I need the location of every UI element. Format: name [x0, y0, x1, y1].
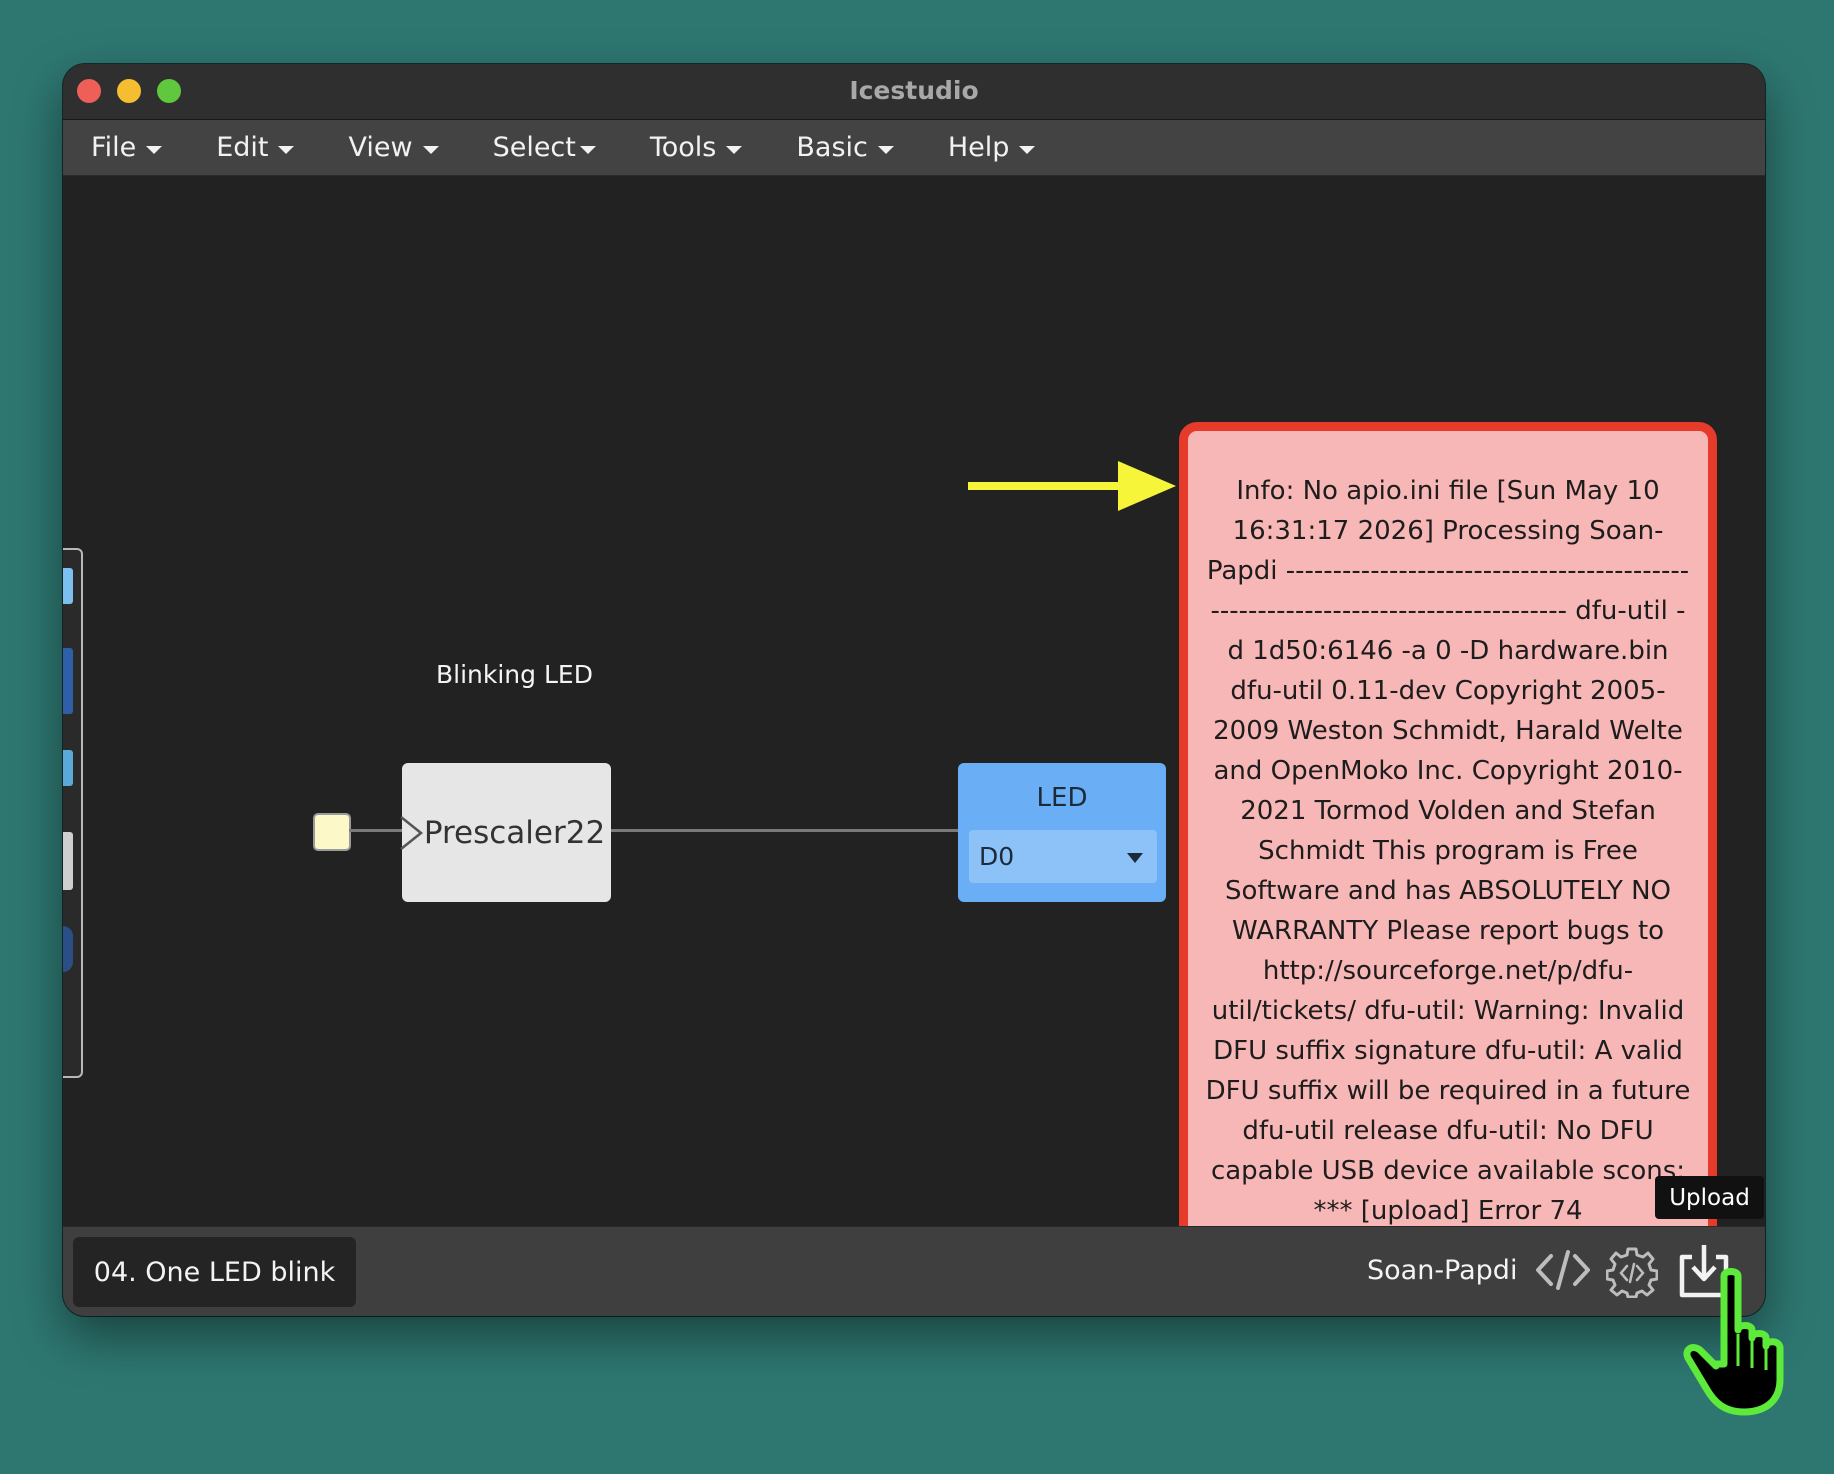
gear-icon[interactable] — [1606, 1246, 1658, 1298]
board-name[interactable]: Soan-Papdi — [1367, 1255, 1517, 1286]
icestudio-window: Icestudio File Edit View Select Tools Ba… — [63, 64, 1765, 1316]
window-title: Icestudio — [849, 76, 979, 105]
clock-input-triangle-icon — [400, 816, 424, 850]
menu-basic-label: Basic — [796, 132, 868, 163]
error-notification[interactable]: Info: No apio.ini file [Sun May 10 16:31… — [1179, 422, 1717, 1294]
menu-select[interactable]: Select — [493, 132, 596, 163]
clock-input-port[interactable] — [313, 813, 351, 851]
menu-edit-label: Edit — [216, 132, 269, 163]
collection-dock[interactable] — [63, 548, 83, 1078]
pointer-hand-icon — [1683, 1268, 1784, 1416]
menu-view-label: View — [348, 132, 413, 163]
led-pin-select[interactable]: D0 — [969, 830, 1157, 883]
menu-file-label: File — [91, 132, 137, 163]
chevron-down-icon — [726, 145, 743, 154]
menu-select-label: Select — [492, 132, 576, 163]
prescaler-block[interactable]: Prescaler22 — [400, 763, 611, 902]
led-output-block[interactable]: LED D0 — [958, 763, 1166, 902]
chevron-down-icon — [422, 145, 439, 154]
bottom-toolbar: 04. One LED blink Soan-Papdi — [63, 1226, 1765, 1316]
design-canvas[interactable]: Blinking LED Prescaler22 LED D0 Info: No… — [63, 176, 1765, 1294]
led-pin-value: D0 — [979, 842, 1015, 871]
menu-help-label: Help — [947, 132, 1010, 163]
menu-edit[interactable]: Edit — [216, 132, 295, 163]
chevron-down-icon — [579, 145, 596, 154]
chevron-down-icon — [1019, 145, 1036, 154]
led-title: LED — [1036, 783, 1088, 813]
wire-clock[interactable] — [349, 829, 405, 832]
dock-item[interactable] — [63, 568, 73, 604]
arrow-right-icon — [968, 461, 1176, 511]
menu-view[interactable]: View — [348, 132, 439, 163]
wire-prescaler-led[interactable] — [611, 829, 958, 832]
code-icon[interactable] — [1535, 1248, 1591, 1292]
dock-item[interactable] — [63, 648, 73, 714]
menu-tools[interactable]: Tools — [650, 132, 743, 163]
menu-file[interactable]: File — [91, 132, 163, 163]
menu-tools-label: Tools — [649, 132, 717, 163]
dock-item[interactable] — [63, 832, 73, 890]
dock-item[interactable] — [63, 750, 73, 786]
chevron-down-icon — [278, 145, 295, 154]
dock-item[interactable] — [63, 926, 73, 972]
menu-bar: File Edit View Select Tools Basic Help — [63, 120, 1765, 176]
prescaler-name: Prescaler22 — [423, 814, 606, 851]
block-info-label[interactable]: Blinking LED — [436, 660, 593, 689]
title-bar: Icestudio — [63, 64, 1765, 120]
menu-basic[interactable]: Basic — [796, 132, 894, 163]
chevron-down-icon — [877, 145, 894, 154]
menu-help[interactable]: Help — [948, 132, 1036, 163]
upload-tooltip: Upload — [1655, 1176, 1764, 1219]
chevron-down-icon — [146, 145, 163, 154]
chevron-down-icon — [1127, 853, 1143, 863]
project-name-tab[interactable]: 04. One LED blink — [73, 1237, 356, 1307]
